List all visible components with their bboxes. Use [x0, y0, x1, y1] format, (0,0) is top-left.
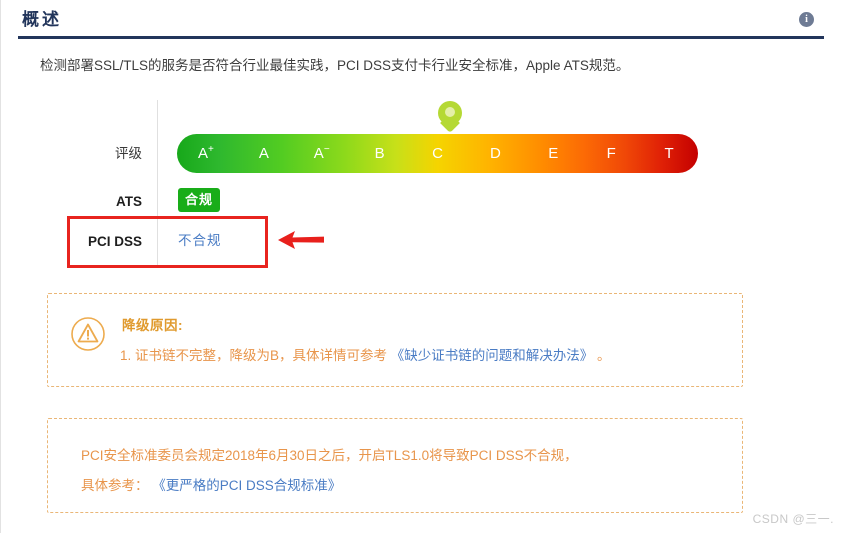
- grade-cell-a-plus[interactable]: A+: [177, 144, 235, 163]
- summary-table: 评级 A+ A A− B C D E F T ATS 合规 PCI DSS 不合…: [60, 98, 720, 273]
- page-title: 概述: [22, 10, 62, 29]
- ats-status-badge: 合规: [178, 188, 221, 212]
- pci-row-label: PCI DSS: [87, 234, 142, 249]
- grade-scale: A+ A A− B C D E F T: [177, 101, 698, 173]
- rating-row-label: 评级: [115, 146, 142, 161]
- grade-cell-f[interactable]: F: [582, 145, 640, 163]
- downgrade-reason-item: 1. 证书链不完整，降级为B，具体详情可参考 《缺少证书链的问题和解决办法》 。: [120, 346, 611, 366]
- cert-chain-doc-link[interactable]: 《缺少证书链的问题和解决办法》: [391, 348, 594, 363]
- grade-cell-t[interactable]: T: [640, 145, 698, 163]
- ats-row-label: ATS: [116, 194, 142, 209]
- left-arrow-annotation-icon: [277, 229, 325, 251]
- table-column-divider: [157, 100, 158, 267]
- pci-status-value[interactable]: 不合规: [178, 231, 222, 251]
- downgrade-reason-box: 降级原因: 1. 证书链不完整，降级为B，具体详情可参考 《缺少证书链的问题和解…: [47, 293, 743, 387]
- downgrade-reason-text: 1. 证书链不完整，降级为B，具体详情可参考: [120, 348, 388, 363]
- pci-note-reference-label: 具体参考：: [81, 478, 149, 493]
- pci-note-box: PCI安全标准委员会规定2018年6月30日之后，开启TLS1.0将导致PCI …: [47, 418, 743, 513]
- grade-cell-b[interactable]: B: [351, 145, 409, 163]
- watermark: CSDN @三一.: [752, 512, 834, 526]
- downgrade-reason-suffix: 。: [597, 348, 611, 363]
- grade-cell-a[interactable]: A: [235, 145, 293, 163]
- grade-gradient-bar: A+ A A− B C D E F T: [177, 134, 698, 173]
- grade-cell-e[interactable]: E: [524, 145, 582, 163]
- page-description: 检测部署SSL/TLS的服务是否符合行业最佳实践，PCI DSS支付卡行业安全标…: [40, 58, 630, 73]
- page-header: 概述 i: [18, 8, 824, 38]
- header-divider: [18, 36, 824, 39]
- pci-note-line-1: PCI安全标准委员会规定2018年6月30日之后，开启TLS1.0将导致PCI …: [81, 448, 578, 463]
- map-pin-marker-icon: [438, 101, 462, 137]
- grade-cell-d[interactable]: D: [466, 145, 524, 163]
- info-circle-icon[interactable]: i: [799, 12, 814, 27]
- grade-cell-c[interactable]: C: [409, 145, 467, 163]
- grade-cell-a-minus[interactable]: A−: [293, 144, 351, 163]
- downgrade-reason-title: 降级原因:: [122, 318, 183, 333]
- warning-triangle-icon: [70, 316, 106, 352]
- pci-standard-doc-link[interactable]: 《更严格的PCI DSS合规标准》: [152, 478, 341, 493]
- page-left-border: [0, 0, 1, 533]
- pci-note-line-2: 具体参考： 《更严格的PCI DSS合规标准》: [81, 476, 341, 496]
